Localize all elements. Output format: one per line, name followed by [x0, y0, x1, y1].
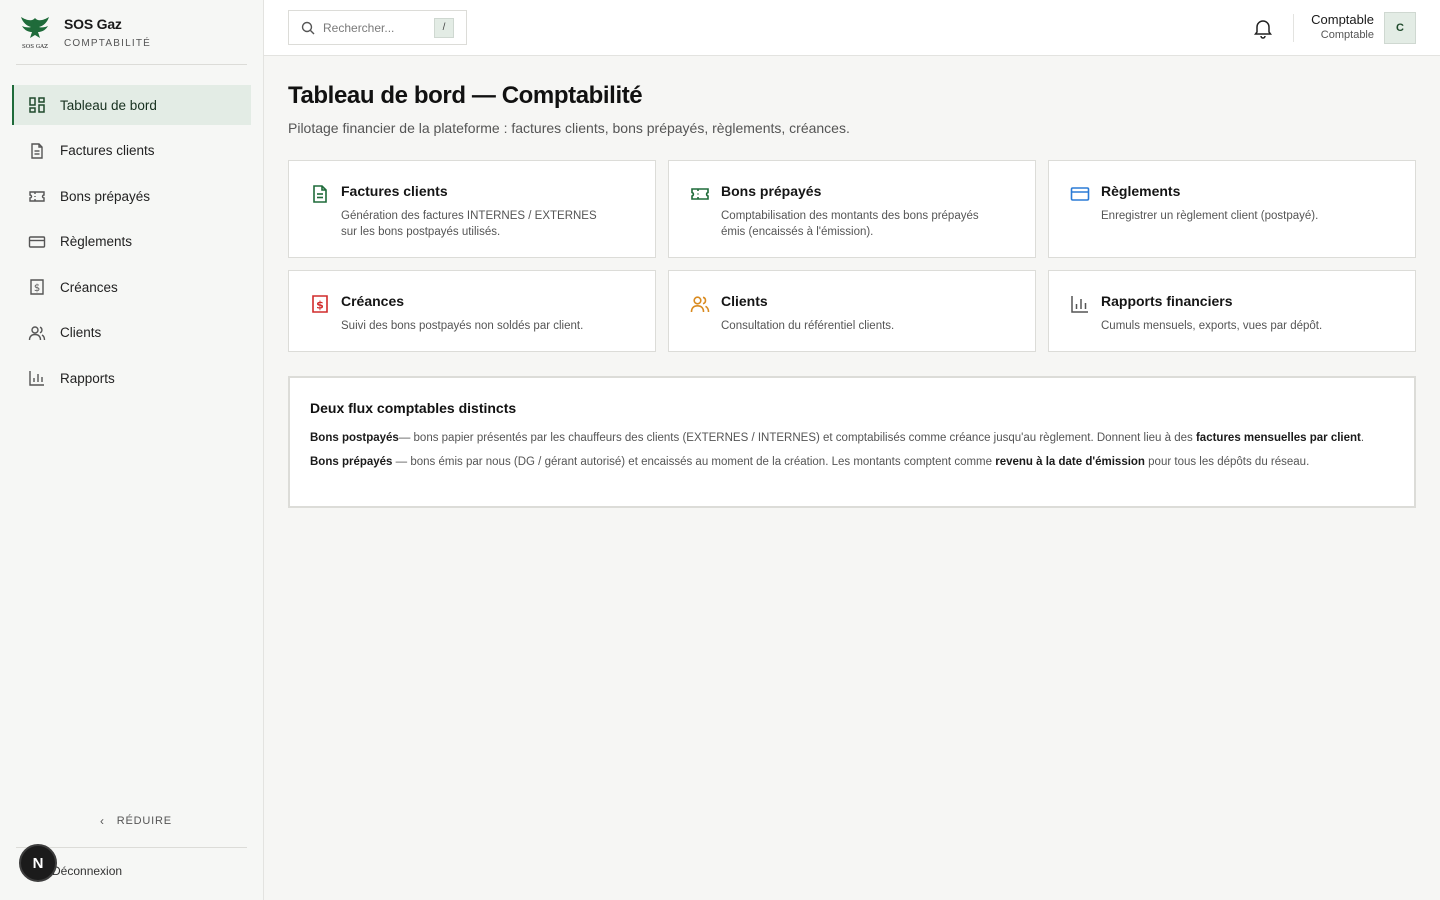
page-subtitle: Pilotage financier de la plateforme : fa…	[288, 120, 850, 136]
sidebar-item-payments[interactable]: Règlements	[12, 222, 251, 262]
module-cards: Factures clients Génération des factures…	[288, 160, 1416, 352]
document-icon	[313, 185, 327, 203]
dashboard-icon	[28, 96, 46, 114]
card-description: Génération des factures INTERNES / EXTER…	[341, 210, 597, 238]
bell-icon[interactable]	[1252, 17, 1274, 39]
card-title: Bons prépayés	[721, 183, 822, 199]
dollar-receipt-icon: $	[28, 278, 46, 296]
search-icon	[301, 21, 315, 34]
brand-subtitle: COMPTABILITÉ	[64, 38, 152, 49]
brand-name: SOS Gaz	[64, 16, 122, 32]
sidebar-item-clients[interactable]: Clients	[12, 313, 251, 353]
card-title: Clients	[721, 293, 768, 309]
svg-text:$: $	[316, 299, 324, 312]
eagle-logo-icon: SOS GAZ	[21, 17, 49, 50]
postpaid-flow-description: Bons postpayés— bons papier présentés pa…	[310, 432, 1365, 444]
dev-tools-badge[interactable]: N	[19, 844, 57, 882]
brand[interactable]: SOS GAZ SOS Gaz COMPTABILITÉ	[18, 14, 151, 50]
sidebar-item-label: Règlements	[60, 234, 133, 249]
svg-text:$: $	[34, 283, 40, 294]
prepaid-flow-description: Bons prépayés — bons émis par nous (DG /…	[310, 456, 1310, 468]
bar-chart-icon	[28, 369, 46, 387]
sidebar-item-label: Rapports	[60, 370, 115, 386]
sidebar-item-label: Bons prépayés	[60, 188, 151, 204]
user-menu[interactable]: Comptable Comptable	[1311, 12, 1374, 41]
ticket-icon	[28, 187, 46, 205]
sidebar-item-reports[interactable]: Rapports	[12, 358, 251, 398]
sidebar: SOS GAZ SOS Gaz COMPTABILITÉ Tableau de …	[0, 0, 264, 900]
ticket-icon	[691, 188, 709, 200]
sidebar-item-label: Tableau de bord	[60, 97, 157, 113]
panel-title: Deux flux comptables distincts	[310, 400, 517, 416]
card-receivables[interactable]: $ Créances Suivi des bons postpayés non …	[288, 270, 656, 352]
collapse-sidebar-button[interactable]: ‹ RÉDUIRE	[100, 814, 172, 828]
user-role: Comptable	[1320, 29, 1374, 41]
sidebar-item-label: Clients	[60, 325, 102, 340]
search-shortcut: /	[434, 17, 454, 38]
user-name: Comptable	[1311, 12, 1374, 27]
sidebar-item-label: Créances	[60, 279, 118, 295]
search-input[interactable]: Rechercher... /	[288, 10, 467, 45]
accounting-flows-panel: Deux flux comptables distincts Bons post…	[288, 376, 1416, 508]
main-content: Tableau de bord — Comptabilité Pilotage …	[288, 56, 1416, 508]
users-icon	[690, 296, 710, 313]
credit-card-icon	[1070, 187, 1090, 201]
dollar-receipt-icon: $	[312, 295, 328, 313]
document-icon	[28, 142, 46, 160]
card-description: Cumuls mensuels, exports, vues par dépôt…	[1101, 320, 1323, 332]
logout-button[interactable]: Déconnexion	[52, 864, 122, 878]
card-title: Factures clients	[341, 183, 448, 199]
card-description: Comptabilisation des montants des bons p…	[721, 210, 979, 238]
sidebar-item-dashboard[interactable]: Tableau de bord	[12, 85, 251, 125]
sidebar-item-label: Factures clients	[60, 143, 155, 158]
divider	[16, 64, 247, 65]
sidebar-nav: Tableau de bord Factures clients Bons pr…	[12, 85, 251, 404]
card-title: Rapports financiers	[1101, 293, 1233, 309]
page-title: Tableau de bord — Comptabilité	[288, 82, 643, 109]
sidebar-item-invoices[interactable]: Factures clients	[12, 131, 251, 171]
credit-card-icon	[28, 233, 46, 251]
card-title: Règlements	[1101, 183, 1181, 199]
card-description: Consultation du référentiel clients.	[721, 320, 895, 332]
card-payments[interactable]: Règlements Enregistrer un règlement clie…	[1048, 160, 1416, 258]
users-icon	[28, 324, 46, 342]
divider	[1293, 14, 1294, 42]
card-clients[interactable]: Clients Consultation du référentiel clie…	[668, 270, 1036, 352]
collapse-label: RÉDUIRE	[116, 815, 172, 827]
topbar: Rechercher... / Comptable Comptable C	[264, 0, 1440, 56]
logo-text: SOS GAZ	[22, 44, 48, 50]
sidebar-item-prepaid[interactable]: Bons prépayés	[12, 176, 251, 216]
bar-chart-icon	[1071, 296, 1088, 313]
avatar[interactable]: C	[1384, 12, 1416, 44]
card-invoices[interactable]: Factures clients Génération des factures…	[288, 160, 656, 258]
sidebar-item-receivables[interactable]: $ Créances	[12, 267, 251, 307]
card-description: Enregistrer un règlement client (postpay…	[1101, 210, 1319, 222]
card-reports[interactable]: Rapports financiers Cumuls mensuels, exp…	[1048, 270, 1416, 352]
chevron-left-icon: ‹	[100, 814, 105, 828]
card-description: Suivi des bons postpayés non soldés par …	[341, 320, 584, 332]
card-title: Créances	[341, 293, 405, 309]
card-prepaid[interactable]: Bons prépayés Comptabilisation des monta…	[668, 160, 1036, 258]
search-placeholder: Rechercher...	[323, 20, 395, 35]
